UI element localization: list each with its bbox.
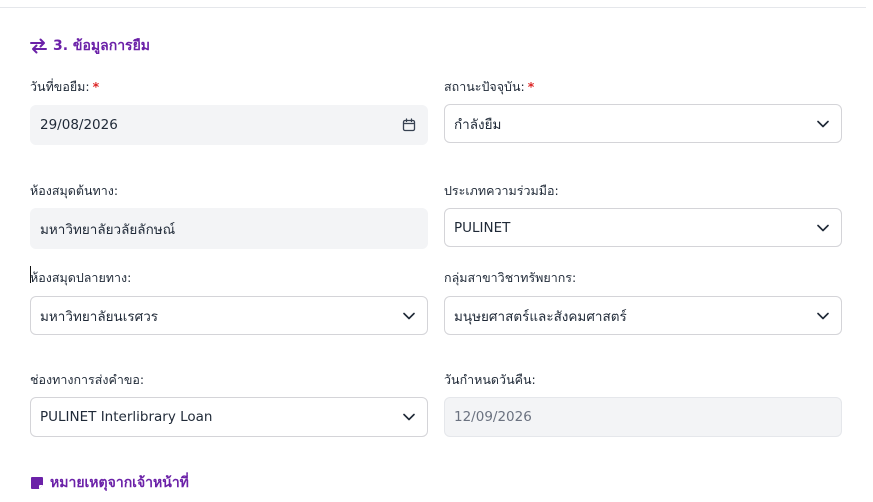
section-title: 3. ข้อมูลการยืม [53, 38, 151, 54]
chevron-down-icon [815, 308, 831, 324]
section-title: หมายเหตุจากเจ้าหน้าที่ [50, 475, 189, 491]
request-channel-label: ช่องทางการส่งคำขอ: [30, 372, 145, 387]
request-channel-value: PULINET Interlibrary Loan [40, 409, 213, 425]
destination-library-label: ห้องสมุดปลายทาง: [30, 270, 132, 285]
section-staff-notes-header: หมายเหตุจากเจ้าหน้าที่ [30, 472, 189, 494]
cooperation-type-value: PULINET [454, 219, 511, 236]
due-date-field: 12/09/2026 [444, 397, 842, 437]
borrow-date-value: 29/08/2026 [40, 117, 118, 133]
required-mark: * [527, 79, 535, 94]
note-icon [30, 476, 44, 490]
calendar-icon[interactable] [401, 117, 417, 133]
borrow-date-label: วันที่ขอยืม: * [30, 79, 100, 94]
chevron-down-icon [815, 220, 831, 236]
required-mark: * [92, 79, 100, 94]
chevron-down-icon [401, 308, 417, 324]
cooperation-type-select[interactable]: PULINET [444, 208, 842, 247]
destination-library-value: มหาวิทยาลัยนเรศวร [40, 308, 159, 325]
section-loan-info-header: 3. ข้อมูลการยืม [30, 35, 150, 57]
chevron-down-icon [401, 409, 417, 425]
cooperation-type-label: ประเภทความร่วมมือ: [444, 183, 559, 198]
destination-library-select[interactable]: มหาวิทยาลัยนเรศวร [30, 296, 428, 335]
request-channel-select[interactable]: PULINET Interlibrary Loan [30, 397, 428, 437]
top-divider [0, 7, 866, 8]
status-value: กำลังยืม [454, 116, 502, 133]
swap-arrows-icon [30, 38, 47, 54]
source-library-label: ห้องสมุดต้นทาง: [30, 183, 119, 198]
due-date-label: วันกำหนดวันคืน: [444, 372, 536, 387]
source-library-value: มหาวิทยาลัยวลัยลักษณ์ [40, 221, 176, 238]
source-library-field: มหาวิทยาลัยวลัยลักษณ์ [30, 208, 428, 249]
status-select[interactable]: กำลังยืม [444, 104, 842, 143]
subject-group-value: มนุษยศาสตร์และสังคมศาสตร์ [454, 308, 627, 325]
due-date-value: 12/09/2026 [454, 409, 532, 425]
status-label: สถานะปัจจุบัน: * [444, 79, 535, 94]
chevron-down-icon [815, 116, 831, 132]
subject-group-label: กลุ่มสาขาวิชาทรัพยากร: [444, 270, 577, 285]
borrow-date-input[interactable]: 29/08/2026 [30, 105, 428, 145]
subject-group-select[interactable]: มนุษยศาสตร์และสังคมศาสตร์ [444, 296, 842, 335]
